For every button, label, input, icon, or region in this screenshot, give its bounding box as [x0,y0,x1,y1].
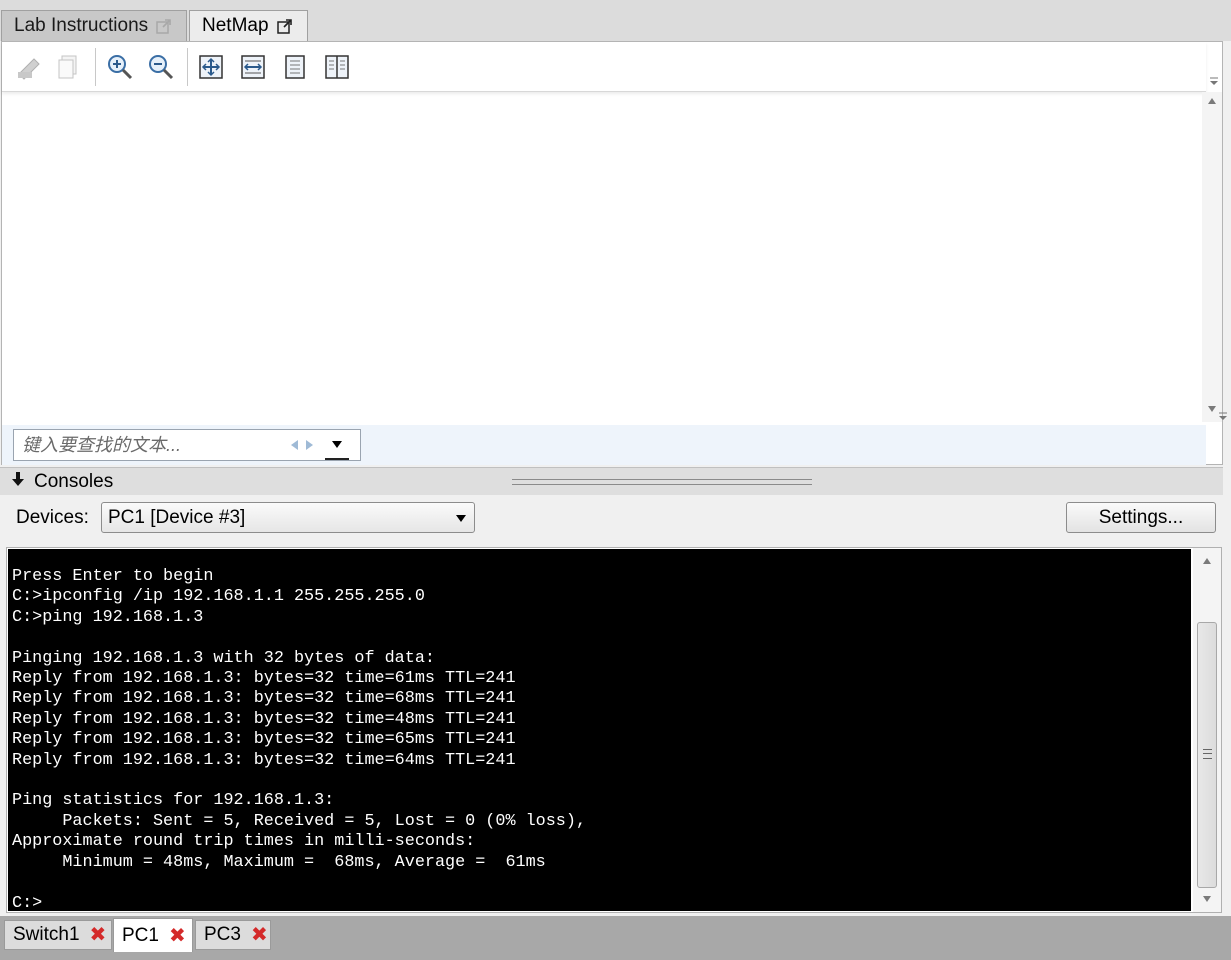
terminal-line: Reply from 192.168.1.3: bytes=32 time=64… [12,750,516,770]
chevron-down-icon [456,515,466,522]
terminal-line: C:> [12,893,43,912]
zoom-out-icon[interactable] [146,52,176,82]
device-tab-label: PC1 [122,924,159,946]
toolbar-separator [95,48,96,86]
tab-label: NetMap [202,15,269,36]
instructions-scrollbar[interactable] [1202,92,1222,422]
device-tab-label: Switch1 [13,924,80,945]
settings-button[interactable]: Settings... [1066,502,1216,533]
scroll-up-icon[interactable] [1203,558,1211,564]
console-terminal[interactable]: Press Enter to begin C:>ipconfig /ip 192.… [8,549,1191,911]
terminal-line: Minimum = 48ms, Maximum = 68ms, Average … [12,852,546,872]
terminal-line: Ping statistics for 192.168.1.3: [12,791,335,811]
device-tab-pc3[interactable]: PC3 ✖ [195,920,271,950]
consoles-title: Consoles [34,470,114,492]
fit-width-icon[interactable] [238,52,268,82]
close-icon[interactable]: ✖ [169,926,186,946]
grip-icon [1203,749,1212,759]
device-tab-strip: Switch1 ✖ PC1 ✖ PC3 ✖ [0,916,1231,960]
terminal-line: Reply from 192.168.1.3: bytes=32 time=68… [12,689,516,709]
tab-label: Lab Instructions [14,15,149,36]
close-icon[interactable]: ✖ [90,925,107,945]
terminal-line: Reply from 192.168.1.3: bytes=32 time=48… [12,709,516,729]
popout-icon[interactable] [276,18,292,34]
two-page-icon[interactable] [322,52,352,82]
terminal-line: C:>ipconfig /ip 192.168.1.1 255.255.255.… [12,587,425,607]
device-tab-label: PC3 [204,924,241,945]
terminal-line: Reply from 192.168.1.3: bytes=32 time=61… [12,669,516,689]
copy-icon[interactable] [54,52,84,82]
terminal-line: Approximate round trip times in milli-se… [12,832,476,852]
chevron-down-icon [332,440,342,448]
document-toolbar [2,42,1206,92]
fit-page-icon[interactable] [196,52,226,82]
find-prev-icon[interactable] [291,440,298,450]
tab-netmap[interactable]: NetMap [189,10,308,41]
terminal-line: C:>ping 192.168.1.3 [12,607,204,627]
findbar-overflow-icon[interactable] [1217,407,1229,421]
devices-row: Devices: PC1 [Device #3] Settings... [0,495,1223,541]
scroll-down-icon[interactable] [1208,406,1216,412]
terminal-line: Packets: Sent = 5, Received = 5, Lost = … [12,811,587,831]
scroll-thumb[interactable] [1197,622,1217,888]
toolbar-separator [187,48,188,86]
scroll-up-icon[interactable] [1208,98,1216,104]
device-tab-switch1[interactable]: Switch1 ✖ [4,920,112,950]
consoles-header[interactable]: Consoles [0,467,1223,495]
device-select[interactable]: PC1 [Device #3] [101,502,475,533]
find-bar [2,425,1206,465]
single-page-icon[interactable] [280,52,310,82]
top-tab-strip: Lab Instructions NetMap [0,0,1231,41]
find-input[interactable] [22,434,287,456]
terminal-scrollbar[interactable] [1193,548,1221,912]
tab-lab-instructions[interactable]: Lab Instructions [1,10,187,41]
device-tab-pc1[interactable]: PC1 ✖ [113,918,193,952]
devices-label: Devices: [16,507,89,528]
zoom-in-icon[interactable] [105,52,135,82]
console-terminal-frame: Press Enter to begin C:>ipconfig /ip 192.… [6,547,1222,913]
find-options-dropdown[interactable] [325,430,349,460]
device-select-value: PC1 [Device #3] [108,506,246,528]
scroll-down-icon[interactable] [1203,896,1211,902]
splitter-grip[interactable] [512,479,812,485]
find-box [13,429,361,461]
collapse-arrow-icon[interactable] [10,471,26,493]
print-icon[interactable] [14,52,44,82]
terminal-line: Pinging 192.168.1.3 with 32 bytes of dat… [12,648,435,668]
terminal-line: Press Enter to begin [12,567,214,586]
find-next-icon[interactable] [306,440,313,450]
terminal-line: Reply from 192.168.1.3: bytes=32 time=65… [12,730,516,750]
instructions-pane [1,41,1223,465]
close-icon[interactable]: ✖ [251,925,268,945]
toolbar-overflow-icon[interactable] [1208,72,1220,86]
popout-icon[interactable] [156,18,171,34]
